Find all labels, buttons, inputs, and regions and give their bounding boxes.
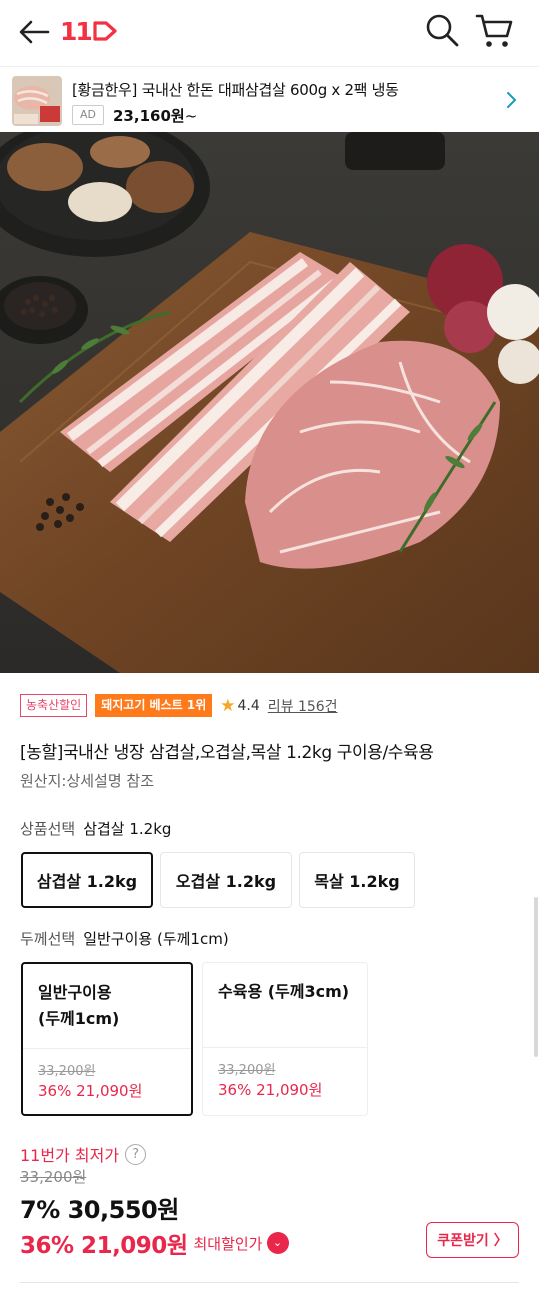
product-badges: 농축산할인 돼지고기 베스트 1위 ★ 4.4 리뷰 156건 xyxy=(20,694,338,717)
card-divider xyxy=(203,1047,367,1048)
search-icon xyxy=(426,14,459,47)
ad-price-value: 23,160원 xyxy=(113,107,185,125)
card-original-price: 33,200원 xyxy=(218,1063,276,1078)
max-discount-price: 36% 21,090원 최대할인가 ⌄ xyxy=(20,1226,289,1260)
coupon-button[interactable]: 쿠폰받기 〉 xyxy=(426,1222,519,1258)
lowest-price-text: 11번가 최저가 xyxy=(20,1146,120,1165)
top-app-bar: 11 xyxy=(0,0,539,64)
thickness-card-grill[interactable]: 일반구이용 (두께1cm) 33,200원 36% 21,090원 xyxy=(21,962,193,1116)
ad-title: [황금한우] 국내산 한돈 대패삼겹살 600g x 2팩 냉동 xyxy=(72,81,399,99)
ad-tag: AD xyxy=(72,105,104,125)
chevron-down-icon[interactable]: ⌄ xyxy=(266,1232,289,1254)
review-link[interactable]: 리뷰 156건 xyxy=(268,696,338,716)
card-sale-price: 36% 21,090원 xyxy=(218,1081,323,1099)
ad-thumbnail xyxy=(12,76,62,126)
ad-banner[interactable]: [황금한우] 국내산 한돈 대패삼겹살 600g x 2팩 냉동 AD 23,1… xyxy=(0,66,539,132)
eleven-street-logo[interactable]: 11 xyxy=(60,14,118,48)
original-price: 33,200원 xyxy=(20,1168,87,1186)
option1-selected: 삼겹살 1.2kg xyxy=(83,820,172,838)
option1-title: 상품선택 xyxy=(20,820,76,838)
option2-label: 두께선택 일반구이용 (두께1cm) xyxy=(20,928,229,949)
arrow-left-icon xyxy=(19,20,50,44)
ad-price-suffix: ~ xyxy=(184,107,198,125)
cart-icon xyxy=(475,14,513,47)
option-moksal-button[interactable]: 목살 1.2kg xyxy=(299,852,415,908)
product-origin: 원산지:상세설명 참조 xyxy=(20,772,155,790)
star-icon: ★ xyxy=(220,695,236,716)
best-badge[interactable]: 돼지고기 베스트 1위 xyxy=(95,694,213,717)
lowest-price-label: 11번가 최저가 ? xyxy=(20,1142,147,1166)
rating-value: 4.4 xyxy=(237,697,260,714)
card-name-line1: 수육용 (두께3cm) xyxy=(218,982,350,1001)
chevron-right-icon xyxy=(507,92,517,108)
card-sale-price: 36% 21,090원 xyxy=(38,1082,143,1100)
back-button[interactable] xyxy=(16,16,52,48)
option-ogyeopsal-button[interactable]: 오겹살 1.2kg xyxy=(160,852,292,908)
category-badge: 농축산할인 xyxy=(20,694,88,717)
card-name: 수육용 (두께3cm) xyxy=(218,979,349,1005)
card-name-line1: 일반구이용 xyxy=(38,983,112,1002)
max-price-value: 36% 21,090원 xyxy=(20,1233,188,1259)
cart-button[interactable] xyxy=(474,12,514,50)
card-original-price: 33,200원 xyxy=(38,1064,96,1079)
card-name-line2: (두께1cm) xyxy=(38,1009,120,1028)
logo-play-icon xyxy=(93,21,117,41)
search-button[interactable] xyxy=(424,12,460,48)
product-title: [농할]국내산 냉장 삼겹살,오겹살,목살 1.2kg 구이용/수육용 xyxy=(20,743,434,763)
product-image[interactable] xyxy=(0,132,539,673)
max-price-label: 최대할인가 xyxy=(193,1234,263,1253)
thickness-card-boiled[interactable]: 수육용 (두께3cm) 33,200원 36% 21,090원 xyxy=(202,962,368,1116)
card-divider xyxy=(23,1048,191,1049)
help-icon[interactable]: ? xyxy=(125,1143,147,1165)
option1-label: 상품선택 삼겹살 1.2kg xyxy=(20,818,171,839)
ad-price: 23,160원~ xyxy=(113,105,197,126)
option2-title: 두께선택 xyxy=(20,930,76,948)
option-samgyeopsal-button[interactable]: 삼겹살 1.2kg xyxy=(21,852,153,908)
divider xyxy=(20,1282,519,1283)
logo-text: 11 xyxy=(60,16,93,46)
rating: ★ 4.4 xyxy=(220,696,260,716)
scrollbar[interactable] xyxy=(534,897,538,1057)
discounted-price: 7% 30,550원 xyxy=(20,1196,179,1224)
option2-selected: 일반구이용 (두께1cm) xyxy=(83,930,229,948)
card-name: 일반구이용 (두께1cm) xyxy=(38,980,119,1032)
